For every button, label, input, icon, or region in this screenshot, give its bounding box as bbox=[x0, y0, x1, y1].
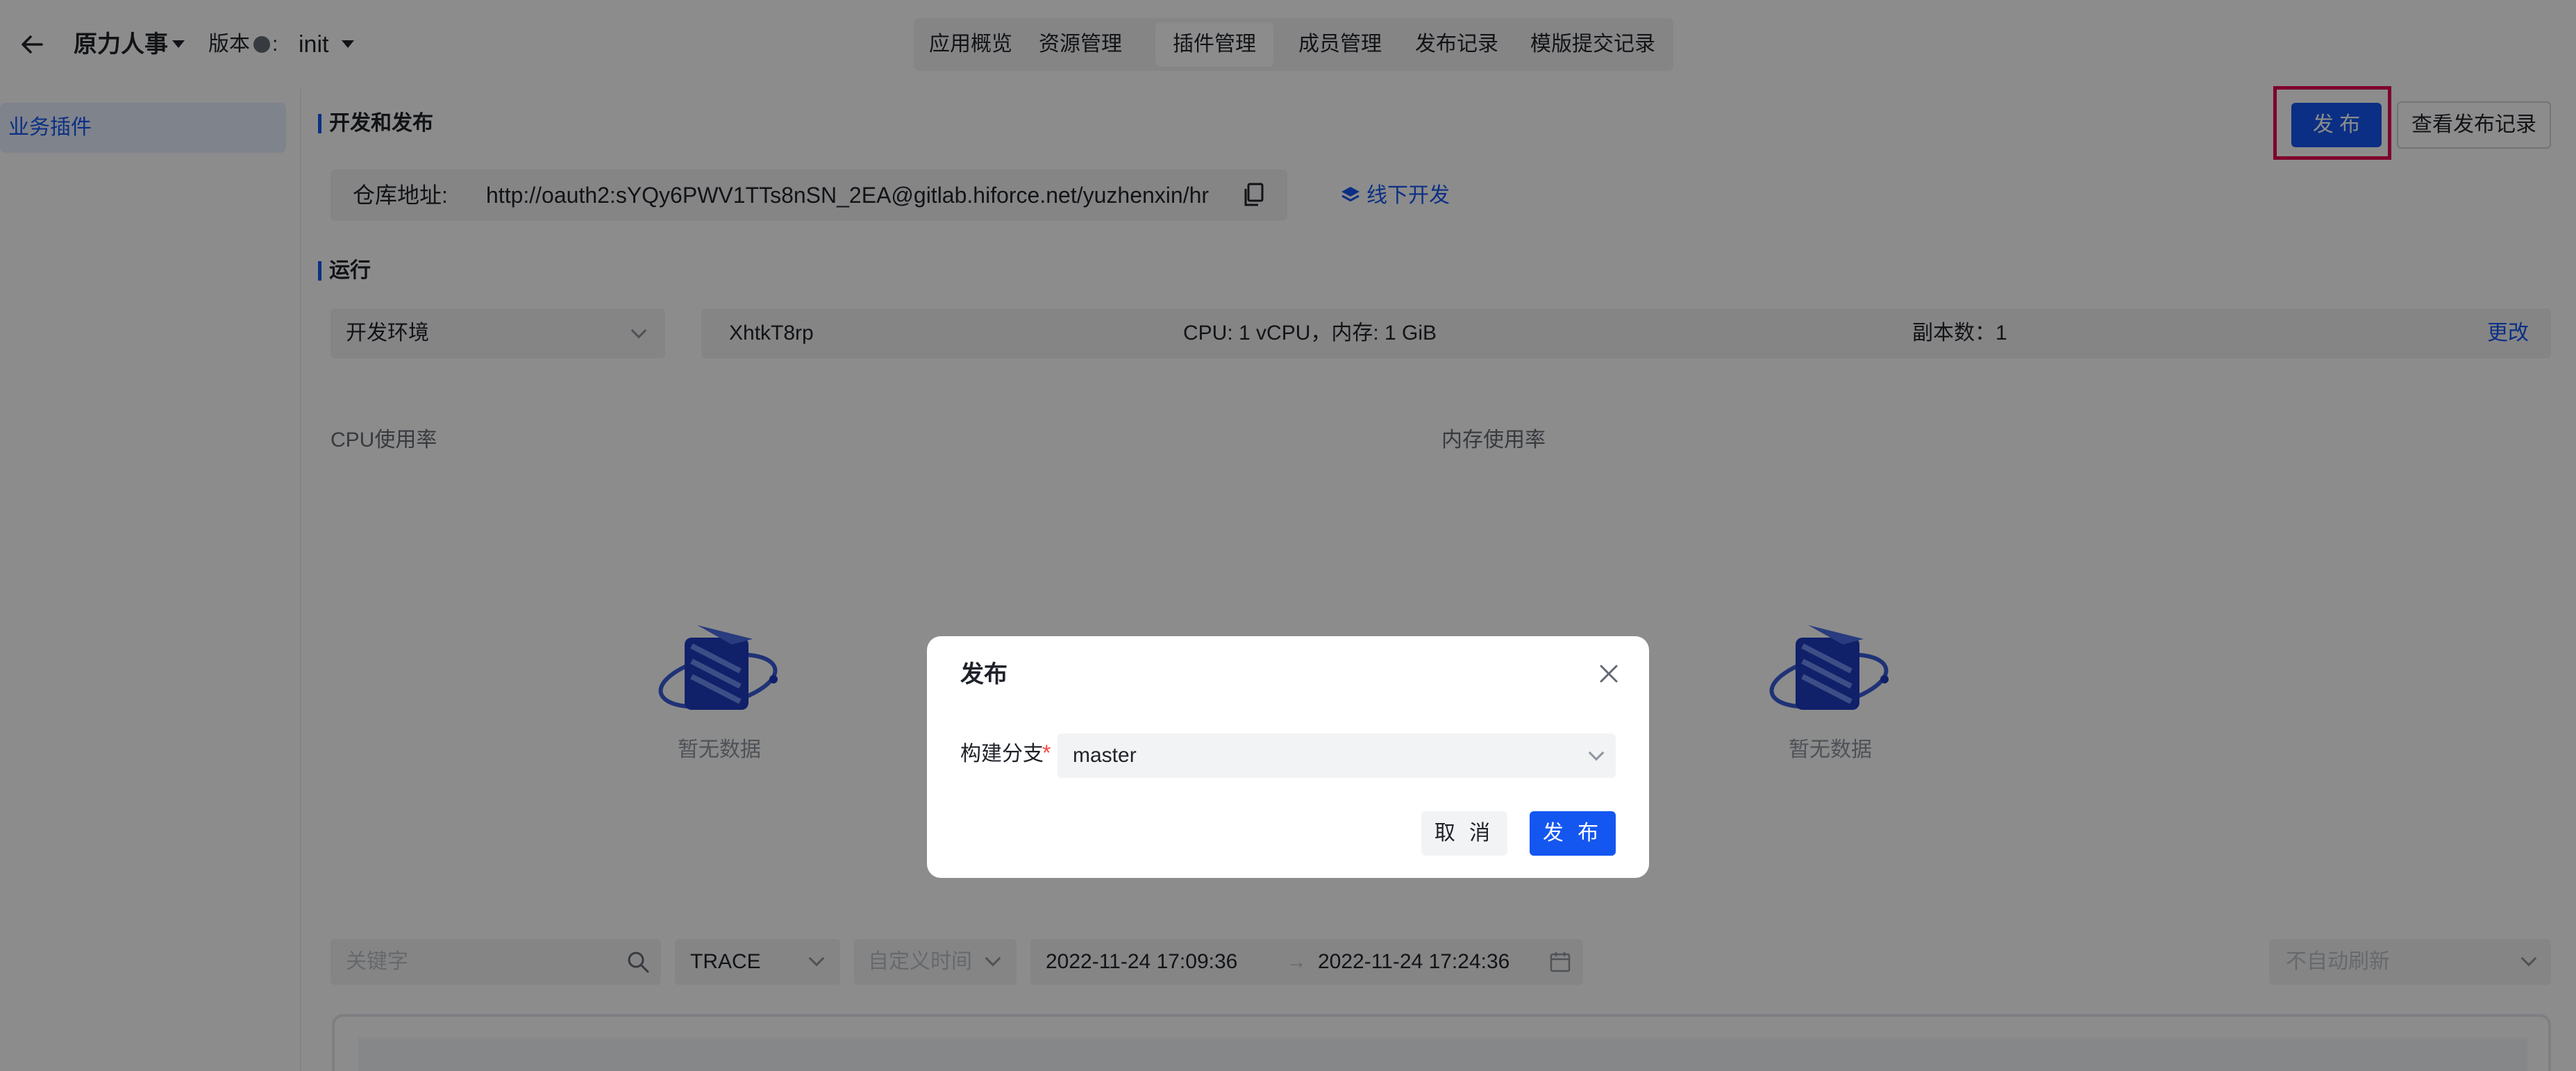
chevron-down-icon bbox=[1588, 745, 1605, 761]
submit-publish-button[interactable]: 发 布 bbox=[1530, 811, 1616, 856]
modal-overlay[interactable] bbox=[0, 0, 2576, 1071]
branch-select[interactable]: master bbox=[1057, 733, 1616, 778]
publish-modal: 发布 构建分支 * master 取 消 发 布 bbox=[927, 636, 1649, 878]
modal-title: 发布 bbox=[960, 661, 1007, 688]
branch-label: 构建分支 bbox=[960, 742, 1044, 765]
required-mark: * bbox=[1042, 740, 1051, 765]
branch-value: master bbox=[1073, 744, 1137, 767]
close-icon[interactable] bbox=[1598, 663, 1620, 685]
cancel-button[interactable]: 取 消 bbox=[1421, 811, 1507, 856]
